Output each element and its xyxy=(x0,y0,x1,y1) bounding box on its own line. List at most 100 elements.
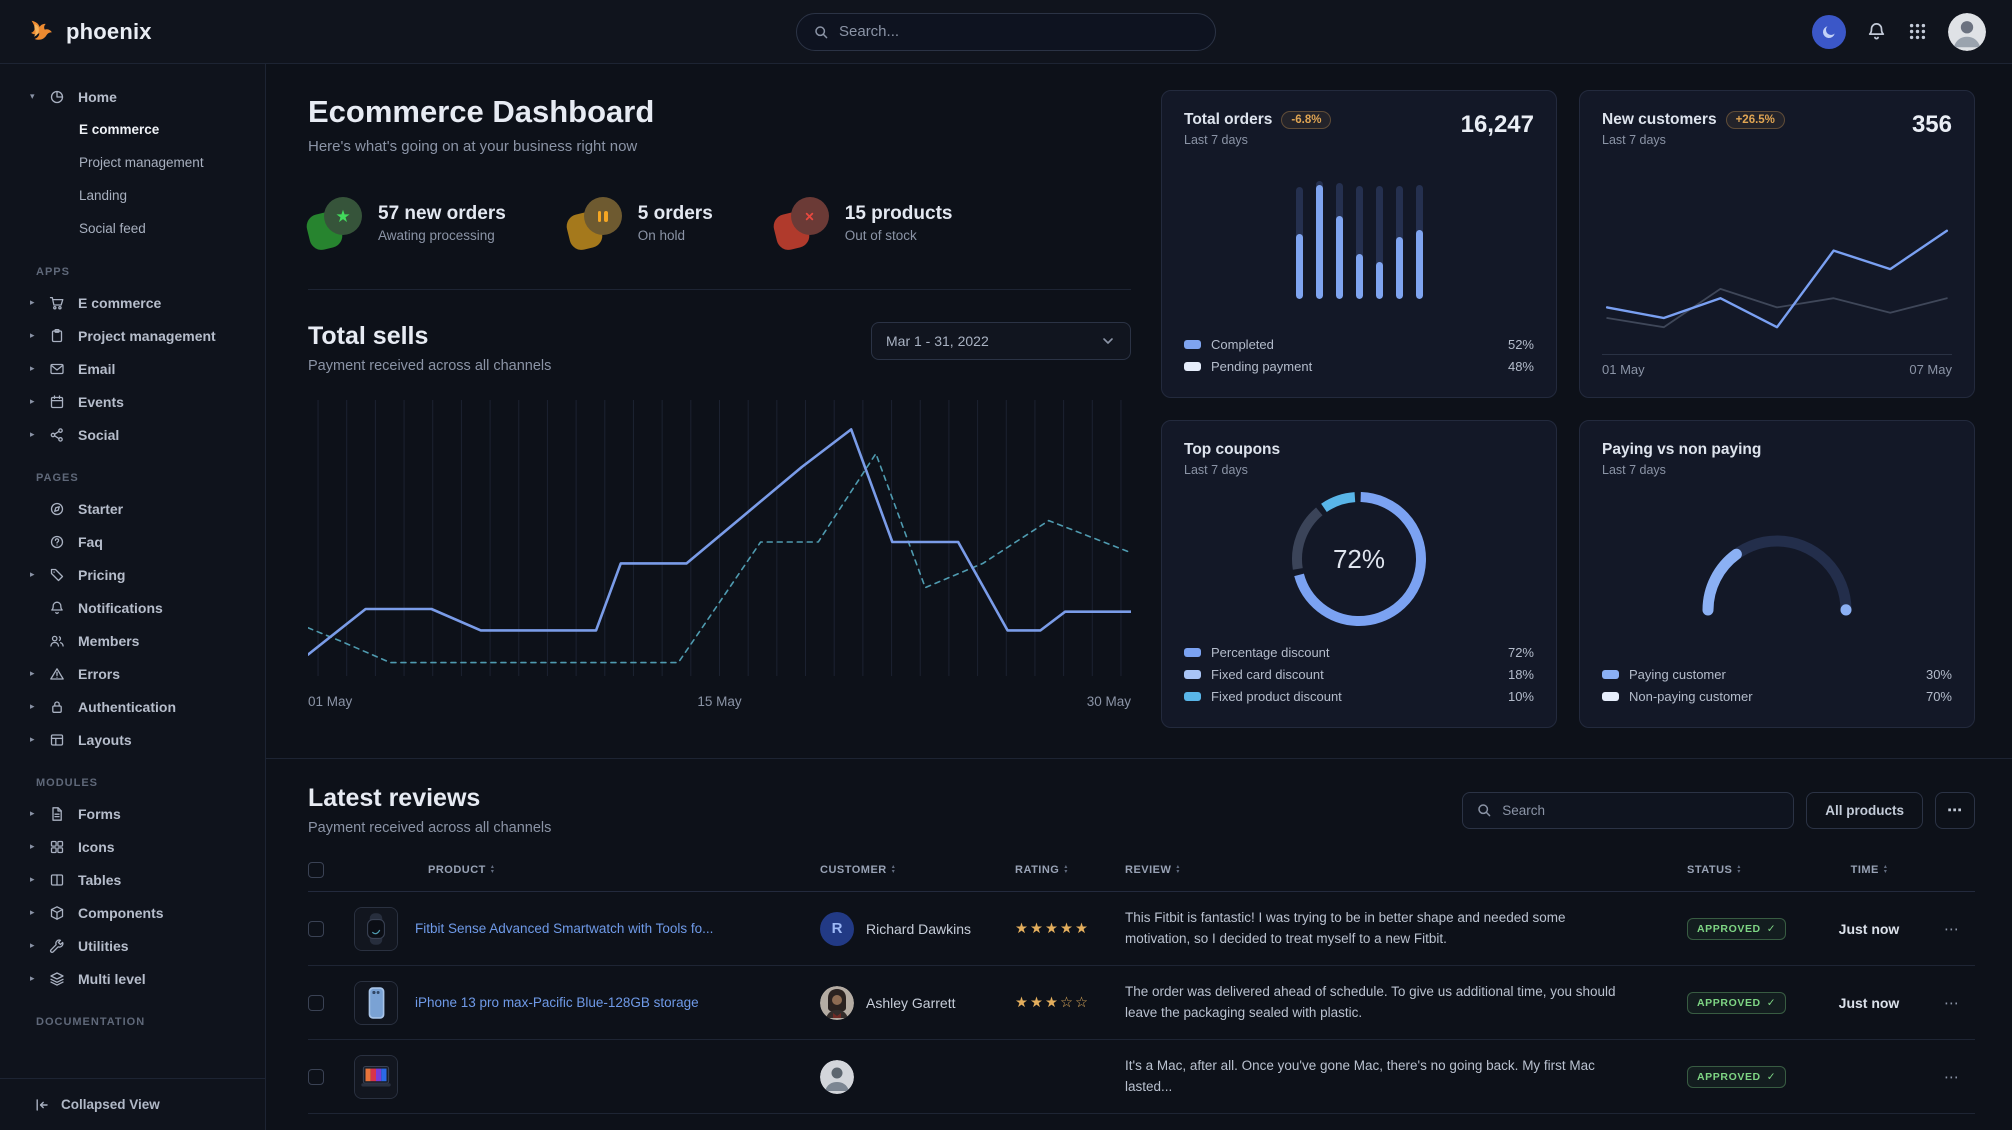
stat-item: ★57 new ordersAwating processing xyxy=(308,197,506,249)
sidebar-subitem-e-commerce[interactable]: E commerce xyxy=(0,113,265,146)
select-all-checkbox[interactable] xyxy=(308,862,324,878)
stat-item: 15 productsOut of stock xyxy=(775,197,953,249)
column-header-customer[interactable]: CUSTOMER▴▾ xyxy=(820,864,1015,876)
column-header-review[interactable]: REVIEW▴▾ xyxy=(1125,864,1659,876)
top-coupons-donut-chart: 72% xyxy=(1284,484,1434,634)
sidebar-item-email[interactable]: ▸Email xyxy=(0,352,265,385)
legend-row: Fixed card discount18% xyxy=(1184,663,1534,685)
question-icon xyxy=(49,534,65,550)
sidebar-item-home[interactable]: ▾ Home xyxy=(0,80,265,113)
sidebar-item-layouts[interactable]: ▸Layouts xyxy=(0,723,265,756)
sidebar-item-authentication[interactable]: ▸Authentication xyxy=(0,690,265,723)
review-table-row: Fitbit Sense Advanced Smartwatch with To… xyxy=(308,892,1975,966)
caret-right-icon: ▸ xyxy=(30,874,49,885)
order-bar xyxy=(1416,185,1423,299)
layout-icon xyxy=(49,732,65,748)
card-title: New customers xyxy=(1602,111,1717,129)
sidebar-item-events[interactable]: ▸Events xyxy=(0,385,265,418)
sidebar-item-social[interactable]: ▸Social xyxy=(0,418,265,451)
top-coupons-legend: Percentage discount72%Fixed card discoun… xyxy=(1184,641,1534,707)
column-header-product[interactable]: PRODUCT▴▾ xyxy=(354,864,820,876)
apps-grid-icon[interactable] xyxy=(1907,21,1928,42)
sidebar-section-label: APPS xyxy=(0,266,265,278)
product-link[interactable]: iPhone 13 pro max-Pacific Blue-128GB sto… xyxy=(415,995,699,1010)
sidebar-item-pricing[interactable]: ▸ Pricing xyxy=(0,558,265,591)
date-range-select[interactable]: Mar 1 - 31, 2022 xyxy=(871,322,1131,360)
total-sells-chart: 01 May15 May30 May xyxy=(308,396,1131,709)
row-more-button[interactable]: ⋯ xyxy=(1929,994,1975,1012)
x-icon xyxy=(803,210,816,223)
row-more-button[interactable]: ⋯ xyxy=(1929,1068,1975,1086)
sidebar-item-icons[interactable]: ▸Icons xyxy=(0,830,265,863)
caret-down-icon: ▾ xyxy=(30,91,49,102)
caret-right-icon: ▸ xyxy=(30,569,49,580)
sidebar-item-members[interactable]: Members xyxy=(0,624,265,657)
sidebar-item-utilities[interactable]: ▸Utilities xyxy=(0,929,265,962)
review-time: Just now xyxy=(1809,995,1929,1011)
caret-right-icon: ▸ xyxy=(30,330,49,341)
sidebar-item-tables[interactable]: ▸Tables xyxy=(0,863,265,896)
sidebar-item-multi-level[interactable]: ▸Multi level xyxy=(0,962,265,995)
sidebar-item-forms[interactable]: ▸Forms xyxy=(0,797,265,830)
sidebar-subitem-landing[interactable]: Landing xyxy=(0,179,265,212)
stat-value: 15 products xyxy=(845,203,953,225)
reviews-more-button[interactable]: ⋯ xyxy=(1935,792,1975,829)
status-badge: APPROVED✓ xyxy=(1687,1066,1786,1088)
review-table-row: iPhone 13 pro max-Pacific Blue-128GB sto… xyxy=(308,966,1975,1040)
sidebar-item-starter[interactable]: Starter xyxy=(0,492,265,525)
sidebar-item-faq[interactable]: Faq xyxy=(0,525,265,558)
navbar-search[interactable] xyxy=(796,13,1216,51)
reviews-table-header: PRODUCT▴▾CUSTOMER▴▾RATING▴▾REVIEW▴▾STATU… xyxy=(308,862,1975,892)
check-icon: ✓ xyxy=(1767,923,1776,935)
sidebar-item-label: Pricing xyxy=(78,567,125,583)
user-avatar[interactable] xyxy=(1948,13,1986,51)
all-products-button[interactable]: All products xyxy=(1806,792,1923,829)
collapsed-view-button[interactable]: Collapsed View xyxy=(0,1078,265,1130)
brand-logo[interactable]: phoenix xyxy=(26,17,152,47)
search-input[interactable] xyxy=(839,23,1199,40)
legend-label: Paying customer xyxy=(1629,667,1726,682)
bell-icon xyxy=(49,600,65,616)
row-checkbox[interactable] xyxy=(308,1069,324,1085)
sidebar-subitem-project-management[interactable]: Project management xyxy=(0,146,265,179)
card-period: Last 7 days xyxy=(1602,133,1785,147)
stat-item: 5 ordersOn hold xyxy=(568,197,713,249)
row-checkbox[interactable] xyxy=(308,995,324,1011)
notifications-bell-icon[interactable] xyxy=(1866,21,1887,42)
share-icon xyxy=(49,427,65,443)
dark-mode-toggle[interactable] xyxy=(1812,15,1846,49)
cart-icon xyxy=(49,295,65,311)
caret-right-icon: ▸ xyxy=(30,808,49,819)
sidebar-item-e-commerce[interactable]: ▸E commerce xyxy=(0,286,265,319)
row-more-button[interactable]: ⋯ xyxy=(1929,920,1975,938)
reviews-search-input[interactable] xyxy=(1502,803,1780,818)
column-header-status[interactable]: STATUS▴▾ xyxy=(1659,864,1809,876)
sidebar-item-errors[interactable]: ▸Errors xyxy=(0,657,265,690)
sidebar-item-notifications[interactable]: Notifications xyxy=(0,591,265,624)
sidebar-item-label: Home xyxy=(78,89,117,105)
divider xyxy=(308,289,1131,290)
review-table-row: It's a Mac, after all. Once you've gone … xyxy=(308,1040,1975,1114)
layers-icon xyxy=(49,971,65,987)
legend-label: Completed xyxy=(1211,337,1274,352)
reviews-search[interactable] xyxy=(1462,792,1794,829)
review-text: The order was delivered ahead of schedul… xyxy=(1125,982,1659,1024)
caret-right-icon: ▸ xyxy=(30,940,49,951)
sidebar-subitem-social-feed[interactable]: Social feed xyxy=(0,212,265,245)
review-time: Just now xyxy=(1809,921,1929,937)
date-range-value: Mar 1 - 31, 2022 xyxy=(886,333,989,349)
compass-icon xyxy=(49,501,65,517)
product-link[interactable]: Fitbit Sense Advanced Smartwatch with To… xyxy=(415,921,713,936)
card-period: Last 7 days xyxy=(1184,463,1280,477)
sidebar-item-components[interactable]: ▸Components xyxy=(0,896,265,929)
row-checkbox[interactable] xyxy=(308,921,324,937)
brand-name: phoenix xyxy=(66,19,152,45)
sort-icon: ▴▾ xyxy=(1064,865,1068,875)
stat-value: 57 new orders xyxy=(378,203,506,225)
column-header-time[interactable]: TIME▴▾ xyxy=(1809,864,1929,876)
latest-reviews-section: Latest reviews Payment received across a… xyxy=(308,758,1975,1114)
legend-swatch xyxy=(1184,648,1201,657)
sidebar-item-project-management[interactable]: ▸Project management xyxy=(0,319,265,352)
legend-value: 18% xyxy=(1508,667,1534,682)
column-header-rating[interactable]: RATING▴▾ xyxy=(1015,864,1125,876)
